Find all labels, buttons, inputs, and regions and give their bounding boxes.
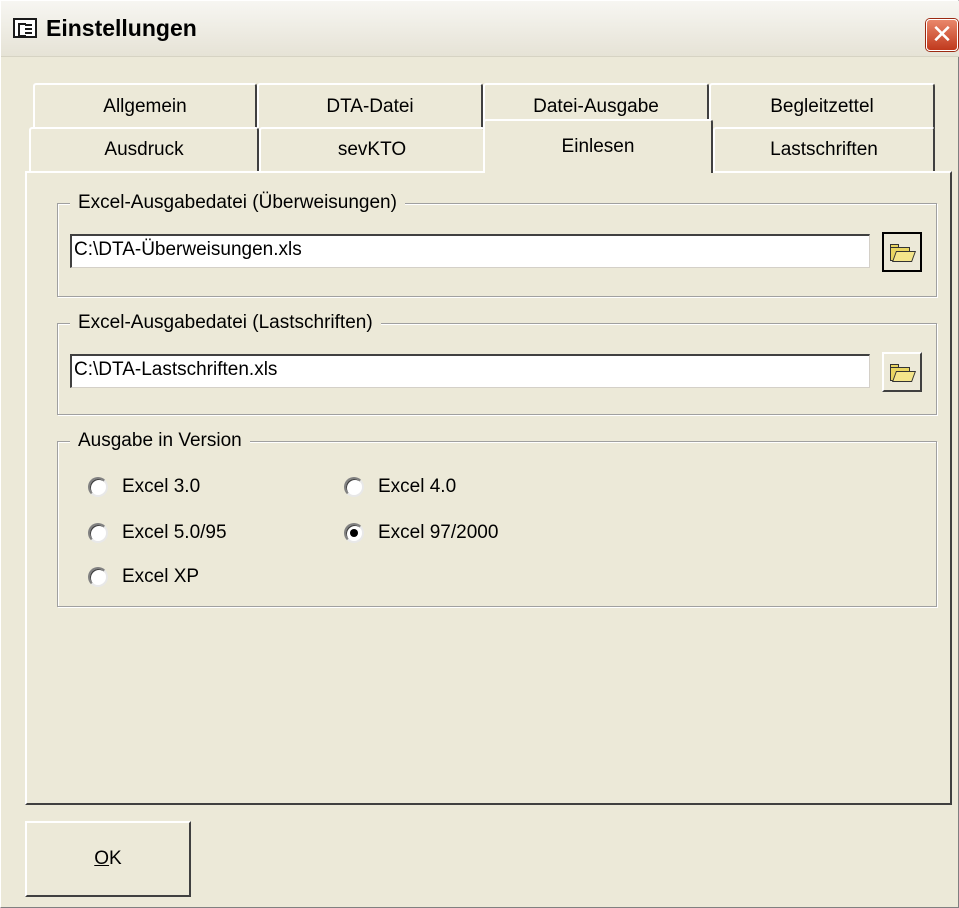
ueberweisungen-path-input[interactable]: C:\DTA-Überweisungen.xls (70, 234, 870, 268)
form-icon (13, 18, 37, 38)
ok-button-label: K (109, 848, 122, 869)
radio-button[interactable] (88, 523, 108, 543)
group-lastschriften: Excel-Ausgabedatei (Lastschriften) C:\DT… (57, 310, 937, 415)
tab-begleitzettel[interactable]: Begleitzettel (709, 83, 935, 129)
tab-panel-einlesen: Excel-Ausgabedatei (Überweisungen) C:\DT… (25, 171, 952, 805)
group-ueberweisungen: Excel-Ausgabedatei (Überweisungen) C:\DT… (57, 190, 937, 297)
radio-excel-5-95[interactable]: Excel 5.0/95 (88, 522, 227, 544)
folder-open-icon (890, 244, 917, 262)
radio-excel-xp[interactable]: Excel XP (88, 566, 199, 588)
tab-einlesen[interactable]: Einlesen (483, 119, 713, 173)
radio-excel-3[interactable]: Excel 3.0 (88, 476, 200, 498)
tab-dta-datei[interactable]: DTA-Datei (257, 83, 483, 129)
group-ueberweisungen-legend: Excel-Ausgabedatei (Überweisungen) (70, 190, 405, 216)
group-version-legend: Ausgabe in Version (70, 428, 250, 454)
title-bar[interactable]: Einstellungen ✕ (1, 1, 959, 57)
window-title: Einstellungen (46, 15, 197, 41)
ok-button-mnemonic: O (94, 848, 110, 869)
close-button[interactable]: ✕ (926, 19, 958, 51)
lastschriften-path-input[interactable]: C:\DTA-Lastschriften.xls (70, 354, 870, 388)
radio-button[interactable] (88, 477, 108, 497)
browse-lastschriften-button[interactable] (882, 352, 922, 392)
close-icon: ✕ (931, 19, 953, 49)
settings-dialog: Einstellungen ✕ Allgemein DTA-Datei Date… (0, 0, 959, 908)
radio-excel-4[interactable]: Excel 4.0 (344, 476, 456, 498)
radio-button[interactable] (344, 477, 364, 497)
ok-button[interactable]: OK (25, 821, 191, 897)
tab-ausdruck[interactable]: Ausdruck (29, 127, 259, 171)
group-lastschriften-legend: Excel-Ausgabedatei (Lastschriften) (70, 310, 381, 336)
tab-lastschriften[interactable]: Lastschriften (713, 127, 935, 171)
radio-button[interactable] (88, 567, 108, 587)
tab-sevkto[interactable]: sevKTO (259, 127, 485, 171)
group-version: Ausgabe in Version Excel 3.0 Excel 4.0 E… (57, 428, 937, 607)
radio-excel-97-2000[interactable]: Excel 97/2000 (344, 522, 498, 544)
folder-open-icon (890, 364, 917, 382)
tab-allgemein[interactable]: Allgemein (33, 83, 257, 129)
radio-button-checked[interactable] (344, 523, 364, 543)
browse-ueberweisungen-button[interactable] (882, 232, 922, 272)
